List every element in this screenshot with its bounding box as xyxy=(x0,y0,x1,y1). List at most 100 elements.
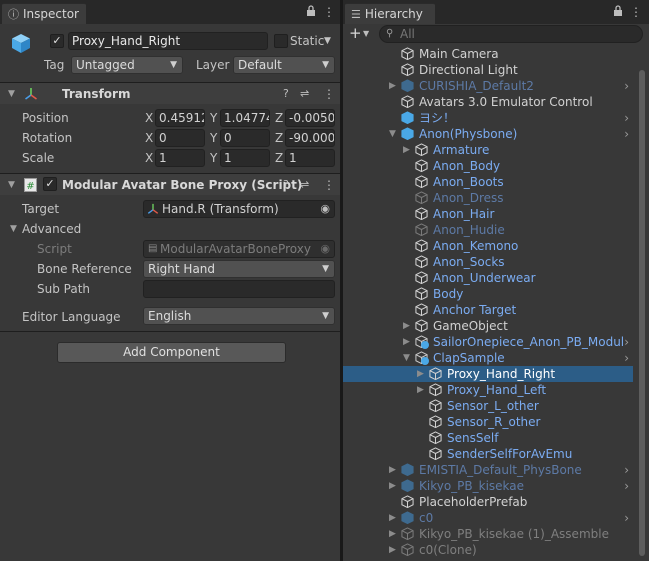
hierarchy-item[interactable]: Anon_Body xyxy=(343,158,633,174)
chevron-right-icon[interactable]: › xyxy=(624,478,629,494)
gameobject-icon xyxy=(415,271,428,285)
active-checkbox[interactable]: ✓ xyxy=(50,34,64,48)
hierarchy-item[interactable]: Sensor_R_other xyxy=(343,414,633,430)
hierarchy-item[interactable]: ▶ EMISTIA_Default_PhysBone › xyxy=(343,462,633,478)
hierarchy-item[interactable]: Anon_Hudie xyxy=(343,222,633,238)
component-enabled-checkbox[interactable]: ✓ xyxy=(43,177,57,191)
hierarchy-item[interactable]: ▶ c0(Clone) xyxy=(343,542,633,558)
hierarchy-item[interactable]: ▶ GameObject xyxy=(343,318,633,334)
hierarchy-item[interactable]: Anon_Underwear xyxy=(343,270,633,286)
foldout-collapsed-icon[interactable]: ▶ xyxy=(403,142,413,158)
foldout-collapsed-icon[interactable]: ▶ xyxy=(403,318,413,334)
hierarchy-item[interactable]: Main Camera xyxy=(343,46,633,62)
static-dropdown-arrow[interactable]: ▼ xyxy=(324,33,331,49)
advanced-foldout-icon[interactable]: ▼ xyxy=(10,221,17,237)
hierarchy-item[interactable]: SenderSelfForAvEmu xyxy=(343,446,633,462)
hierarchy-item[interactable]: PlaceholderPrefab xyxy=(343,494,633,510)
advanced-label[interactable]: Advanced xyxy=(22,221,81,237)
foldout-collapsed-icon[interactable]: ▶ xyxy=(389,478,399,494)
hierarchy-item[interactable]: Body xyxy=(343,286,633,302)
chevron-right-icon[interactable]: › xyxy=(624,334,629,350)
hierarchy-item[interactable]: ▶ Armature xyxy=(343,142,633,158)
foldout-collapsed-icon[interactable]: ▶ xyxy=(389,510,399,526)
chevron-right-icon[interactable]: › xyxy=(624,126,629,142)
help-icon[interactable]: ? xyxy=(283,86,289,102)
foldout-collapsed-icon[interactable]: ▶ xyxy=(417,382,427,398)
hierarchy-item[interactable]: Anon_Kemono xyxy=(343,238,633,254)
hierarchy-item[interactable]: ▼ Anon(Physbone) › xyxy=(343,126,633,142)
help-icon[interactable]: ? xyxy=(283,177,289,193)
position-y-field[interactable]: 1.04774 xyxy=(220,109,270,127)
foldout-collapsed-icon[interactable]: ▶ xyxy=(389,542,399,558)
chevron-right-icon[interactable]: › xyxy=(624,110,629,126)
chevron-right-icon[interactable]: › xyxy=(624,350,629,366)
bone-reference-dropdown[interactable]: Right Hand ▼ xyxy=(143,260,335,278)
foldout-collapsed-icon[interactable]: ▶ xyxy=(403,334,413,350)
chevron-down-icon[interactable]: ▼ xyxy=(363,26,369,42)
hierarchy-item[interactable]: ▶ CURISHIA_Default2 › xyxy=(343,78,633,94)
axis-z-label: Z xyxy=(275,131,284,145)
hierarchy-item[interactable]: ▶ SailorOnepiece_Anon_PB_Modul › xyxy=(343,334,633,350)
hierarchy-item[interactable]: Anon_Dress xyxy=(343,190,633,206)
search-input[interactable]: ⚲ All xyxy=(379,25,643,43)
hierarchy-item[interactable]: Anon_Boots xyxy=(343,174,633,190)
scale-z-field[interactable]: 1 xyxy=(285,149,335,167)
kebab-menu-icon[interactable]: ⋮ xyxy=(323,177,335,193)
hierarchy-item[interactable]: SensSelf xyxy=(343,430,633,446)
component-header[interactable]: ▼ # ✓ Modular Avatar Bone Proxy (Script)… xyxy=(0,173,340,195)
chevron-right-icon[interactable]: › xyxy=(624,78,629,94)
hierarchy-item[interactable]: ▶ Proxy_Hand_Left xyxy=(343,382,633,398)
foldout-expanded-icon[interactable]: ▼ xyxy=(403,350,413,366)
hierarchy-item[interactable]: ▶ Kikyo_PB_kisekae (1)_Assemble xyxy=(343,526,633,542)
position-z-field[interactable]: -0.0050 xyxy=(285,109,335,127)
presets-icon[interactable]: ⇌ xyxy=(300,86,309,102)
hierarchy-item[interactable]: Avatars 3.0 Emulator Control xyxy=(343,94,633,110)
tag-dropdown[interactable]: Untagged ▼ xyxy=(71,56,183,74)
object-picker-icon[interactable]: ◉ xyxy=(320,201,330,217)
hierarchy-item[interactable]: Anon_Socks xyxy=(343,254,633,270)
foldout-arrow-icon[interactable]: ▼ xyxy=(8,86,15,102)
chevron-right-icon[interactable]: › xyxy=(624,510,629,526)
foldout-collapsed-icon[interactable]: ▶ xyxy=(417,366,427,382)
scrollbar-thumb[interactable] xyxy=(639,70,645,556)
transform-header[interactable]: ▼ Transform ? ⇌ ⋮ xyxy=(0,82,340,104)
foldout-expanded-icon[interactable]: ▼ xyxy=(389,126,399,142)
position-x-field[interactable]: 0.45912 xyxy=(155,109,205,127)
hierarchy-item[interactable]: ▶ Kikyo_PB_kisekae › xyxy=(343,478,633,494)
chevron-right-icon[interactable]: › xyxy=(624,462,629,478)
scale-y-field[interactable]: 1 xyxy=(220,149,270,167)
object-name-field[interactable]: Proxy_Hand_Right xyxy=(68,32,268,50)
rotation-y-field[interactable]: 0 xyxy=(220,129,270,147)
static-checkbox[interactable]: ✓ xyxy=(274,34,288,48)
hierarchy-item[interactable]: Anon_Hair xyxy=(343,206,633,222)
rotation-z-field[interactable]: -90.000 xyxy=(285,129,335,147)
hierarchy-item[interactable]: ▼ ClapSample › xyxy=(343,350,633,366)
create-plus-icon[interactable]: + xyxy=(349,25,362,41)
hierarchy-item[interactable]: ヨシ！ › xyxy=(343,110,633,126)
hierarchy-item[interactable]: Directional Light xyxy=(343,62,633,78)
hierarchy-item[interactable]: ▶ Proxy_Hand_Right xyxy=(343,366,633,382)
presets-icon[interactable]: ⇌ xyxy=(300,177,309,193)
target-field[interactable]: Hand.R (Transform) ◉ xyxy=(143,200,335,218)
scale-x-field[interactable]: 1 xyxy=(155,149,205,167)
tab-hierarchy[interactable]: ☰ Hierarchy xyxy=(345,3,435,24)
hierarchy-item[interactable]: Anchor Target xyxy=(343,302,633,318)
tab-inspector[interactable]: ⓘ Inspector xyxy=(2,3,86,24)
hierarchy-item[interactable]: ▶ c0 › xyxy=(343,510,633,526)
foldout-collapsed-icon[interactable]: ▶ xyxy=(389,526,399,542)
rotation-x-field[interactable]: 0 xyxy=(155,129,205,147)
add-component-button[interactable]: Add Component xyxy=(57,342,286,363)
hierarchy-item-label: c0(Clone) xyxy=(419,543,477,557)
sub-path-field[interactable] xyxy=(143,280,335,298)
foldout-collapsed-icon[interactable]: ▶ xyxy=(389,462,399,478)
kebab-menu-icon[interactable]: ⋮ xyxy=(323,86,335,102)
hierarchy-item[interactable]: Sensor_L_other xyxy=(343,398,633,414)
editor-language-dropdown[interactable]: English ▼ xyxy=(143,307,335,325)
foldout-collapsed-icon[interactable]: ▶ xyxy=(389,78,399,94)
kebab-menu-icon[interactable]: ⋮ xyxy=(323,5,335,19)
layer-dropdown[interactable]: Default ▼ xyxy=(233,56,335,74)
lock-icon[interactable] xyxy=(613,5,623,20)
lock-icon[interactable] xyxy=(306,5,316,20)
foldout-arrow-icon[interactable]: ▼ xyxy=(8,177,15,193)
kebab-menu-icon[interactable]: ⋮ xyxy=(630,5,642,19)
